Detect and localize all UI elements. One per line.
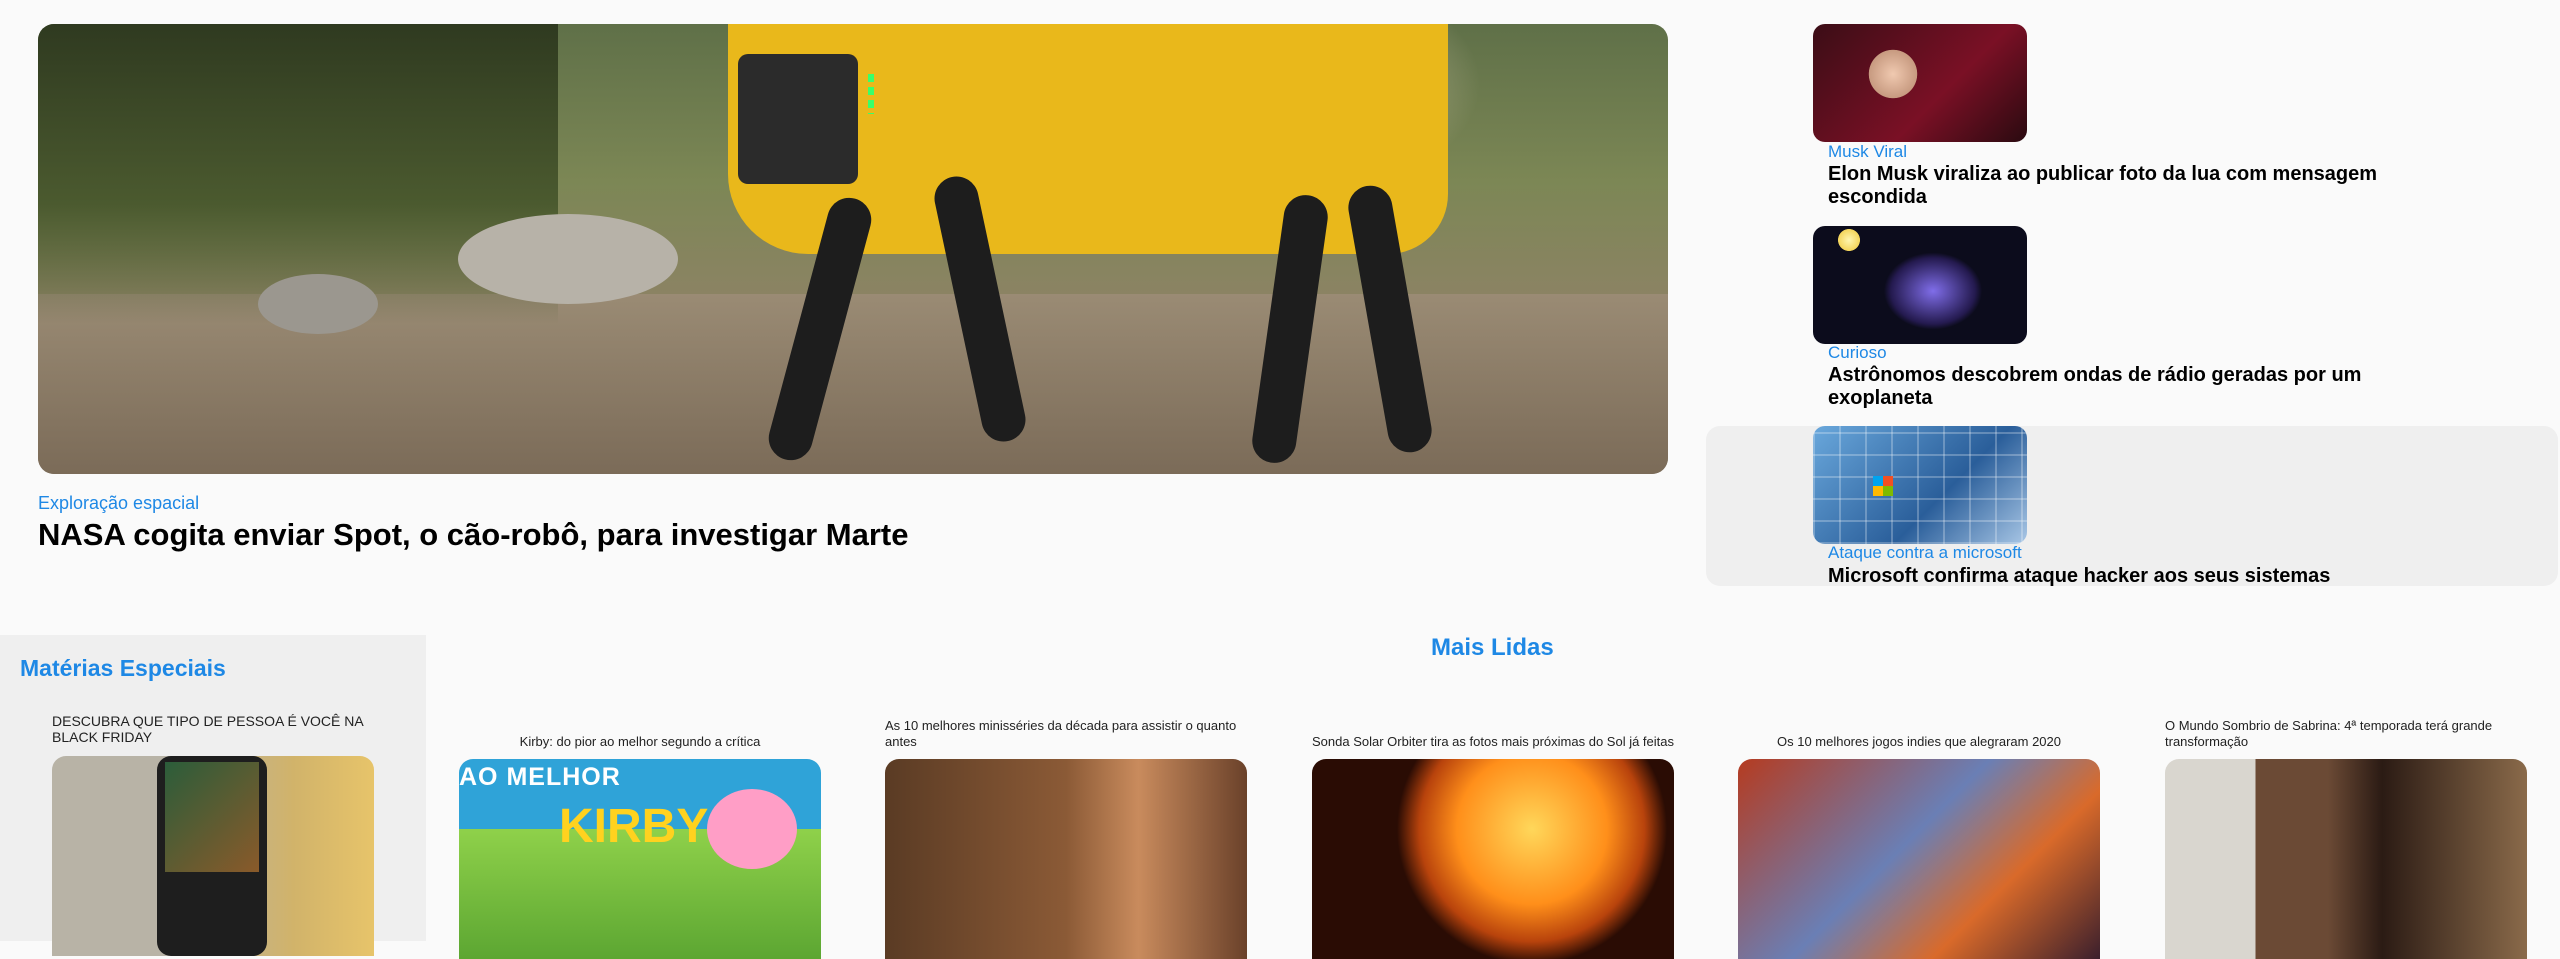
mais-lidas-card-4-caption[interactable]: Os 10 melhores jogos indies que alegrara… [1738, 734, 2100, 750]
side-item-1-category[interactable]: Musk Viral [1828, 142, 1907, 162]
side-item-3-title[interactable]: Microsoft confirma ataque hacker aos seu… [1828, 565, 2408, 588]
hero-category[interactable]: Exploração espacial [38, 493, 199, 514]
side-item-2-title[interactable]: Astrônomos descobrem ondas de rádio gera… [1828, 364, 2408, 410]
mais-lidas-card-2-caption[interactable]: As 10 melhores minisséries da década par… [885, 718, 1247, 750]
side-item-1-title[interactable]: Elon Musk viraliza ao publicar foto da l… [1828, 163, 2408, 209]
robot-dog-panel [738, 54, 858, 184]
card-image-text: AO MELHOR [459, 763, 621, 791]
mais-lidas-card-5-image[interactable] [2165, 759, 2527, 959]
mais-lidas-card-5-caption[interactable]: O Mundo Sombrio de Sabrina: 4ª temporada… [2165, 718, 2527, 750]
hero-image[interactable] [38, 24, 1668, 474]
side-item-3-thumbnail[interactable] [1813, 426, 2027, 544]
phone-screen [165, 762, 259, 872]
robot-dog-leds [868, 74, 874, 114]
microsoft-logo-icon [1873, 476, 1893, 496]
side-item-2-category[interactable]: Curioso [1828, 343, 1887, 363]
side-item-3-category[interactable]: Ataque contra a microsoft [1828, 543, 2022, 563]
mais-lidas-card-1-caption[interactable]: Kirby: do pior ao melhor segundo a críti… [459, 734, 821, 750]
mais-lidas-card-3-caption[interactable]: Sonda Solar Orbiter tira as fotos mais p… [1312, 734, 1674, 750]
especiais-card-caption[interactable]: DESCUBRA QUE TIPO DE PESSOA É VOCÊ NA BL… [52, 713, 382, 745]
hero-image-rock [258, 274, 378, 334]
hero-image-rock [458, 214, 678, 304]
especiais-heading: Matérias Especiais [20, 655, 226, 681]
hero-title[interactable]: NASA cogita enviar Spot, o cão-robô, par… [38, 517, 908, 553]
mais-lidas-heading: Mais Lidas [1431, 634, 1554, 661]
mais-lidas-card-1-image[interactable]: AO MELHOR KIRBY [459, 759, 821, 959]
side-item-2-thumbnail[interactable] [1813, 226, 2027, 344]
mais-lidas-card-2-image[interactable] [885, 759, 1247, 959]
kirby-logo: KIRBY [559, 800, 709, 853]
mais-lidas-card-3-image[interactable] [1312, 759, 1674, 959]
phone-photo [157, 756, 267, 956]
kirby-character [707, 789, 797, 869]
especiais-card-image[interactable] [52, 756, 374, 956]
side-item-1-thumbnail[interactable] [1813, 24, 2027, 142]
mais-lidas-card-4-image[interactable] [1738, 759, 2100, 959]
